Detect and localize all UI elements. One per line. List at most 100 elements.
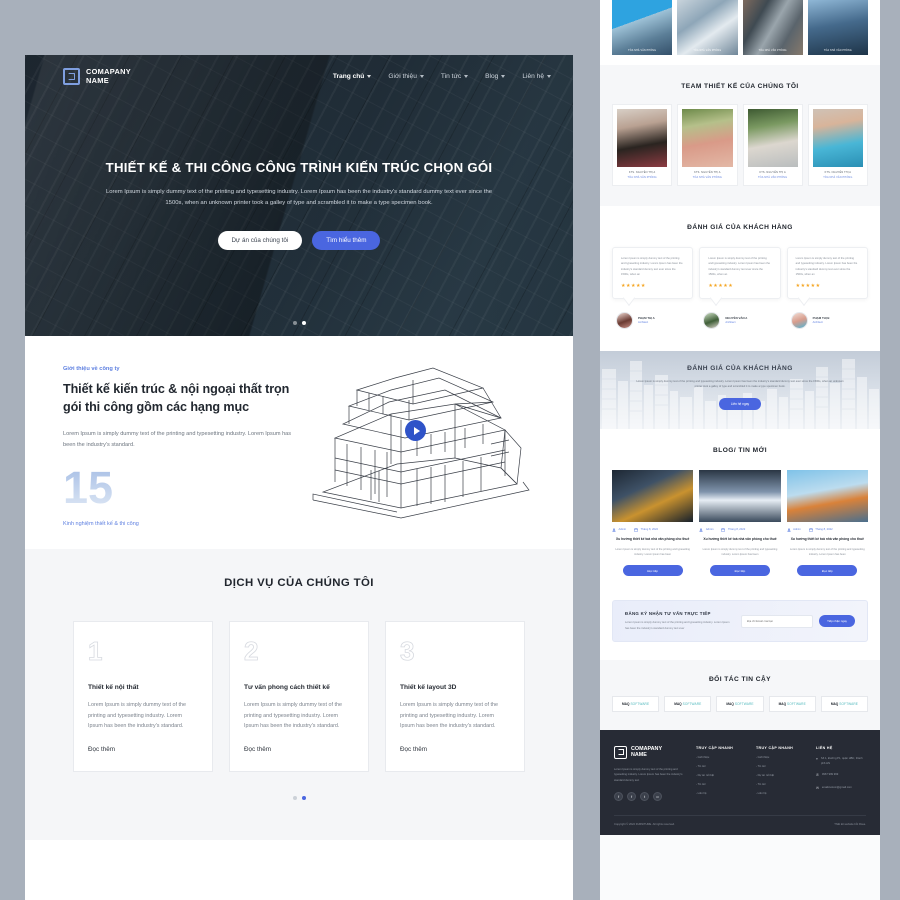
team-member-role: TÒA NHÀ VĂN PHÒNG <box>692 176 722 179</box>
service-number: 3 <box>400 636 415 667</box>
logo-mark-icon <box>614 745 627 759</box>
footer-about-text: Lorem Ipsum is simply dummy text of the … <box>614 768 683 782</box>
blog-row: Admin Tháng 8, 2022 Xu hướng thiết kế to… <box>600 469 880 577</box>
footer-link[interactable]: - Liên hệ <box>696 792 746 795</box>
partner-mark: MAQ <box>830 701 839 706</box>
footer-address: ⌖ Số 1, Đường P1, quận HBC, thành phố HN <box>816 757 866 766</box>
project-card[interactable]: TÒA NHÀ VĂN PHÒNG <box>677 0 738 55</box>
team-member-card[interactable]: KTS. NGUYỄN THỊ A TÒA NHÀ VĂN PHÒNG <box>677 104 738 186</box>
partner-logo[interactable]: MAQ SOFTWARE <box>612 695 660 712</box>
project-card[interactable]: TÒA NHÀ VĂN PHÒNG <box>807 0 868 55</box>
footer-email[interactable]: ✉ emailcustom@gmail.com <box>816 786 866 792</box>
footer-link[interactable]: - Tin tức <box>756 783 806 786</box>
blog-meta: Admin Tháng 8, 2022 <box>699 527 780 532</box>
footer-link[interactable]: - Tin tức <box>696 783 746 786</box>
cta-title: ĐÁNH GIÁ CỦA KHÁCH HÀNG <box>687 364 793 372</box>
service-read-more-link[interactable]: Đọc thêm <box>244 746 354 753</box>
blog-read-more-button[interactable]: Đọc tiếp <box>797 565 858 577</box>
blog-section: BLOG/ TIN MỚI Admin Tháng 8, 2022 Xu hướ… <box>600 428 880 597</box>
blog-author: Admin <box>612 528 626 532</box>
newsletter-submit-button[interactable]: Tiếp nhận ngay <box>819 615 855 628</box>
nav-item-trang-chu[interactable]: Trang chủ <box>333 73 372 80</box>
instagram-icon[interactable]: o <box>653 792 662 802</box>
service-card[interactable]: 1 Thiết kế nội thất Lorem Ipsum is simpl… <box>73 621 213 772</box>
blog-read-more-button[interactable]: Đọc tiếp <box>622 565 683 577</box>
footer-link[interactable]: - Dự án nổi bật <box>756 774 806 777</box>
team-member-role: TÒA NHÀ VĂN PHÒNG <box>627 176 657 179</box>
nav-item-gioi-thieu[interactable]: Giới thiệu <box>388 73 424 80</box>
partner-logo[interactable]: MAQ SOFTWARE <box>716 695 764 712</box>
service-read-more-link[interactable]: Đọc thêm <box>88 746 198 753</box>
services-dot-1[interactable] <box>292 795 297 800</box>
hero-learn-more-button[interactable]: Tìm hiểu thêm <box>312 230 381 250</box>
service-card[interactable]: 3 Thiết kế layout 3D Lorem Ipsum is simp… <box>385 621 525 772</box>
intro-paragraph: Lorem Ipsum is simply dummy text of the … <box>63 430 292 448</box>
credit-text: Thiết kế website bởi Rose. <box>834 823 866 827</box>
team-member-photo <box>747 109 798 167</box>
projects-section: TÒA NHÀ VĂN PHÒNG TÒA NHÀ VĂN PHÒNG TÒA … <box>600 0 880 65</box>
cta-contact-button[interactable]: Liên hệ ngay <box>718 398 762 411</box>
partner-logo[interactable]: MAQ SOFTWARE <box>820 695 869 712</box>
service-title: Thiết kế nội thất <box>88 684 139 692</box>
nav-item-blog[interactable]: Blog <box>485 73 506 80</box>
project-card[interactable]: TÒA NHÀ VĂN PHÒNG <box>612 0 673 55</box>
service-title: Tư vấn phong cách thiết kế <box>244 684 330 692</box>
footer-link[interactable]: - Giới thiệu <box>756 756 806 759</box>
testimonial-author-name: NGUYỄN VĂN A <box>725 315 748 320</box>
footer-logo[interactable]: COMAPANY NAME <box>614 746 686 759</box>
nav-item-tin-tuc[interactable]: Tin tức <box>441 73 469 80</box>
hero-buttons: Dự án của chúng tôi Tìm hiểu thêm <box>25 230 573 250</box>
hero-subtitle: Lorem Ipsum is simply dummy text of the … <box>105 189 493 206</box>
facebook-alt-icon[interactable]: f <box>627 792 636 802</box>
left-page-column: COMAPANY NAME Trang chủ Giới thiệu Tin t… <box>25 55 573 900</box>
partner-name: SOFTWARE <box>682 701 702 706</box>
blog-card[interactable]: Admin Tháng 8, 2022 Xu hướng thiết kế to… <box>612 469 694 577</box>
hero-carousel-dots <box>25 321 573 325</box>
carousel-dot-1[interactable] <box>292 321 297 325</box>
team-member-photo <box>812 109 863 167</box>
footer-email-text: emailcustom@gmail.com <box>821 786 852 790</box>
cta-content: ĐÁNH GIÁ CỦA KHÁCH HÀNG Lorem Ipsum is s… <box>600 351 880 411</box>
newsletter-email-input[interactable] <box>741 614 814 628</box>
location-pin-icon: ⌖ <box>816 756 818 761</box>
team-member-card[interactable]: KTS. NGUYỄN THỊ A TÒA NHÀ VĂN PHÒNG <box>807 104 868 186</box>
footer-link[interactable]: - Liên hệ <box>756 792 806 795</box>
services-dot-2[interactable] <box>301 795 306 800</box>
service-card[interactable]: 2 Tư vấn phong cách thiết kế Lorem Ipsum… <box>229 621 369 772</box>
hero-projects-button[interactable]: Dự án của chúng tôi <box>217 230 303 250</box>
twitter-icon[interactable]: t <box>640 792 649 802</box>
testimonial-item: Lorem Ipsum is simply dummy text of the … <box>699 247 781 329</box>
services-section: DỊCH VỤ CỦA CHÚNG TÔI 1 Thiết kế nội thấ… <box>25 549 573 840</box>
footer-link[interactable]: - Tin tức <box>756 765 806 768</box>
intro-heading: Thiết kế kiến trúc & nội ngoại thất trọn… <box>63 382 290 414</box>
project-card[interactable]: TÒA NHÀ VĂN PHÒNG <box>742 0 803 55</box>
footer-link[interactable]: - Dự án nổi bật <box>696 774 746 777</box>
logo[interactable]: COMAPANY NAME <box>63 67 131 85</box>
service-read-more-link[interactable]: Đọc thêm <box>400 746 510 753</box>
blog-post-excerpt: Lorem Ipsum is simply dummy text of the … <box>615 548 690 557</box>
blog-thumbnail <box>699 469 781 522</box>
service-text: Lorem Ipsum is simply dummy text of the … <box>88 702 186 730</box>
intro-media-block <box>309 366 535 527</box>
footer-link[interactable]: - Tin tức <box>696 765 746 768</box>
blog-author: Admin <box>699 528 713 532</box>
partner-logo[interactable]: MAQ SOFTWARE <box>768 695 816 712</box>
team-member-card[interactable]: KTS. NGUYỄN THỊ A TÒA NHÀ VĂN PHÒNG <box>612 104 673 186</box>
blog-card[interactable]: Admin Tháng 8, 2022 Xu hướng thiết kế to… <box>699 469 781 577</box>
calendar-icon <box>808 527 813 532</box>
facebook-icon[interactable]: f <box>614 792 623 802</box>
testimonial-author: PHẠM THỊ B Architect <box>787 311 868 329</box>
mail-icon: ✉ <box>816 786 819 791</box>
play-video-button[interactable] <box>405 420 426 441</box>
team-member-card[interactable]: KTS. NGUYỄN THỊ A TÒA NHÀ VĂN PHÒNG <box>742 104 803 186</box>
experience-caption: Kinh nghiệm thiết kế & thi công <box>63 521 139 528</box>
blog-card[interactable]: Admin Tháng 8, 2022 Xu hướng thiết kế to… <box>786 469 868 577</box>
partner-logo[interactable]: MAQ SOFTWARE <box>664 695 712 712</box>
footer-phone[interactable]: ✆ 0967 999 999 <box>816 773 866 779</box>
nav-item-lien-he[interactable]: Liên hệ <box>522 73 551 80</box>
services-carousel-dots <box>25 795 573 800</box>
blog-read-more-button[interactable]: Đọc tiếp <box>709 565 770 577</box>
footer-link[interactable]: - Giới thiệu <box>696 756 746 759</box>
carousel-dot-2[interactable] <box>301 321 306 325</box>
logo-line-2: NAME <box>86 76 109 85</box>
